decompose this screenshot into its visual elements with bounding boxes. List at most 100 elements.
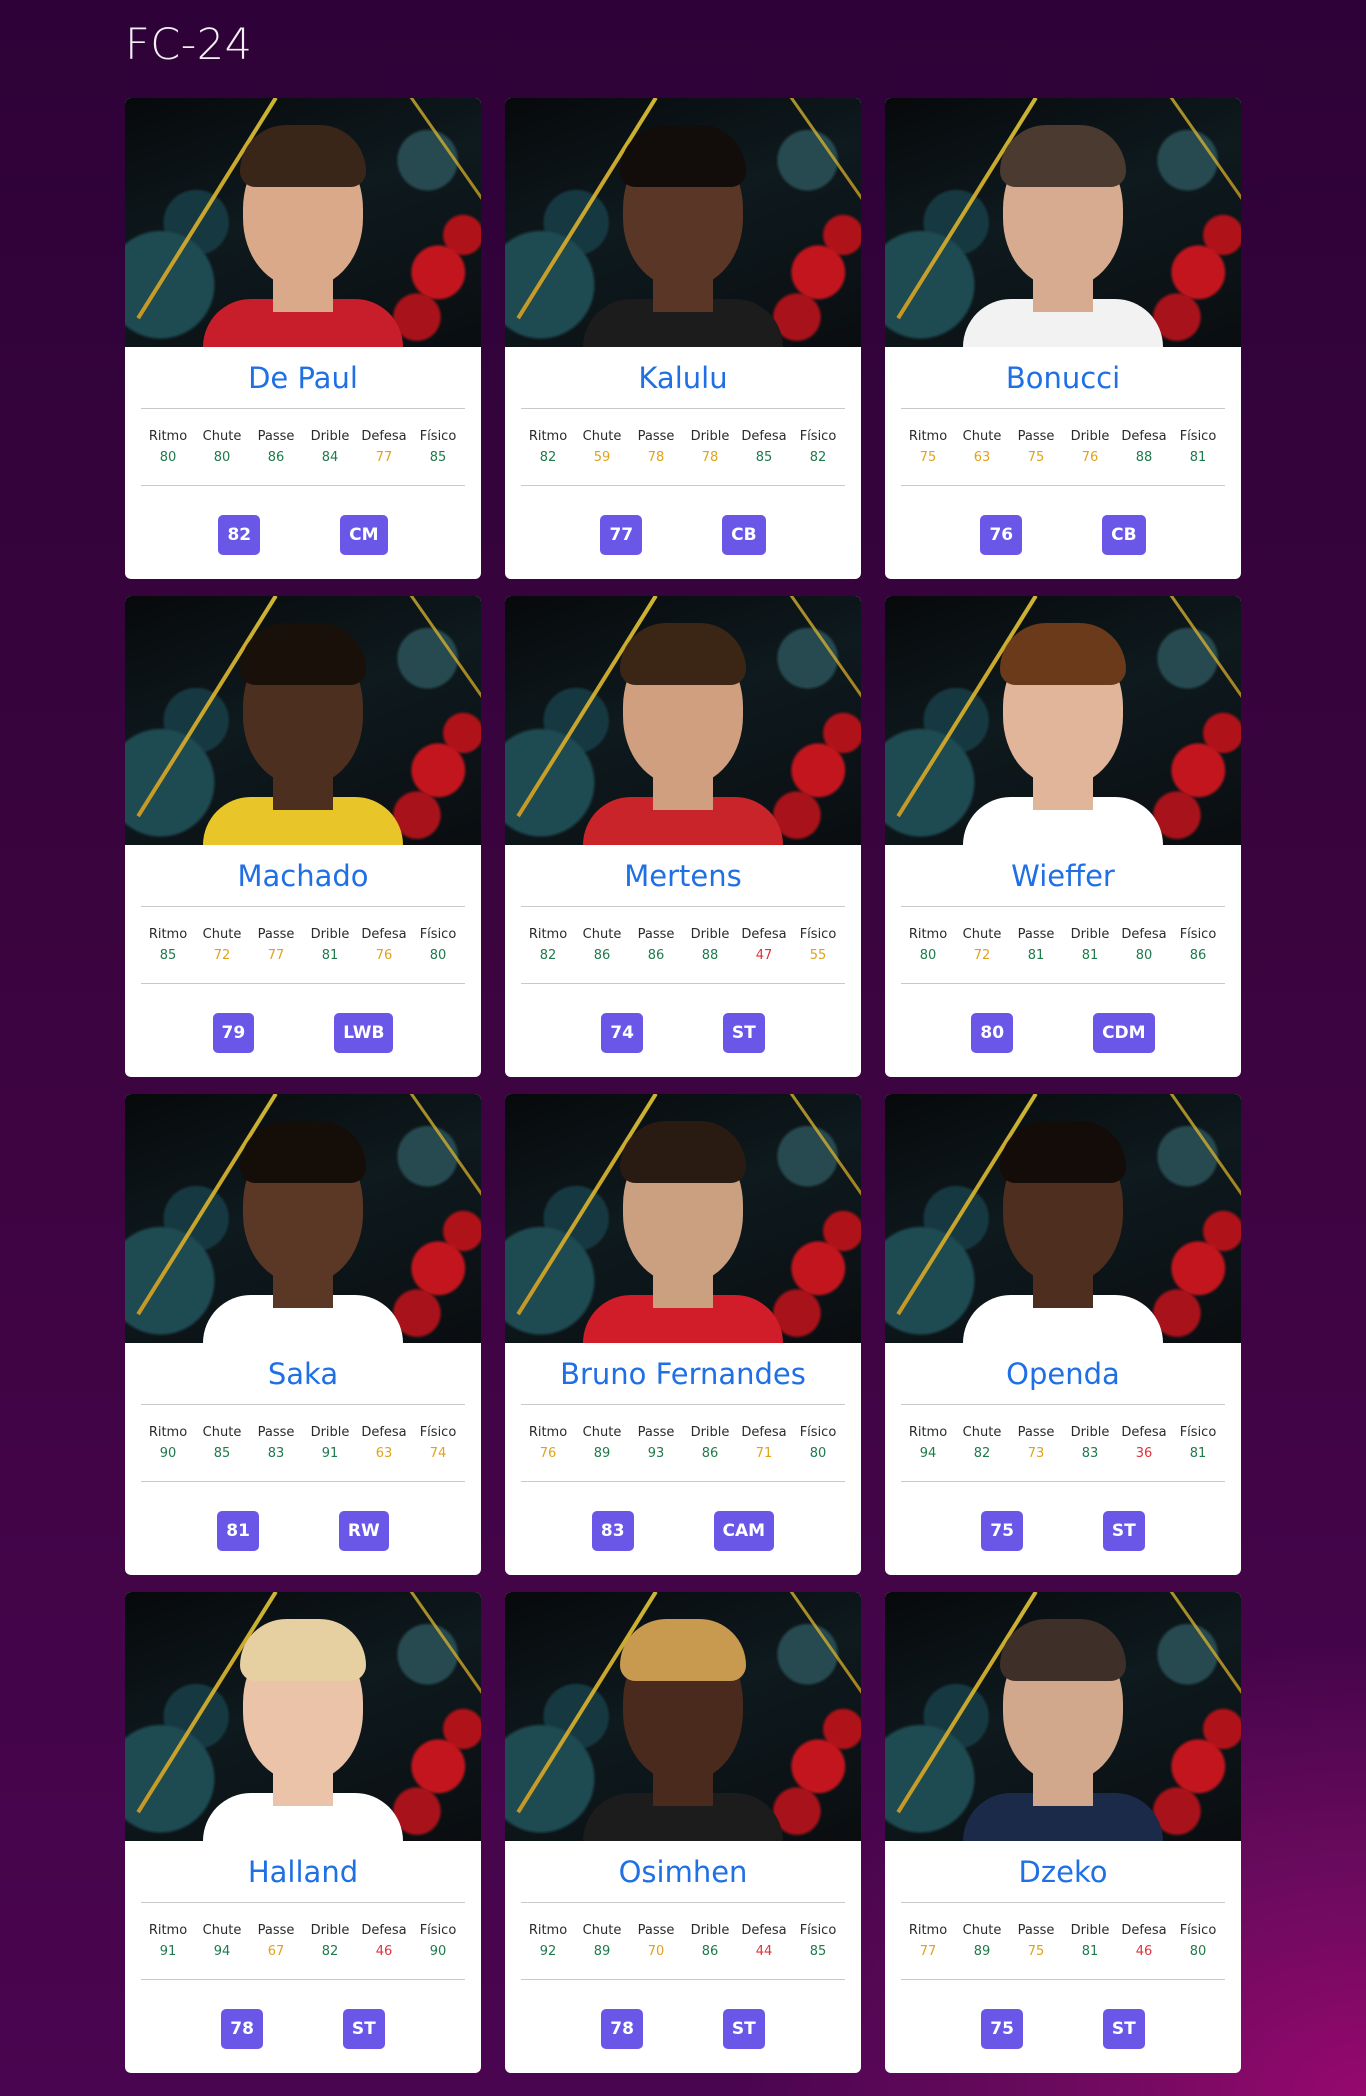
player-card[interactable]: Dzeko Ritmo 77 Chute 89 Passe 75 Drible 81 Defesa…: [885, 1592, 1241, 2073]
player-stats: Ritmo 76 Chute 89 Passe 93 Drible 86 Defesa 71 Fís…: [521, 1405, 845, 1482]
stat-2: Passe 86: [249, 427, 303, 469]
player-photo: [125, 1592, 481, 1841]
stat-value: 77: [919, 1944, 937, 1959]
stat-label: Drible: [1070, 927, 1110, 942]
player-stats: Ritmo 80 Chute 80 Passe 86 Drible 84 Defesa 77 Fís…: [141, 409, 465, 486]
stat-4: Defesa 71: [737, 1423, 791, 1465]
stat-label: Chute: [962, 429, 1002, 444]
stat-2: Passe 75: [1009, 1921, 1063, 1963]
stat-label: Drible: [690, 429, 730, 444]
stat-5: Físico 81: [1171, 1423, 1225, 1465]
player-card[interactable]: Osimhen Ritmo 92 Chute 89 Passe 70 Drible 86 Defe…: [505, 1592, 861, 2073]
player-portrait: [583, 107, 783, 347]
stat-value: 82: [973, 1446, 991, 1461]
stat-value: 76: [539, 1446, 557, 1461]
player-portrait: [203, 605, 403, 845]
stat-value: 94: [919, 1446, 937, 1461]
stat-value: 78: [647, 450, 665, 465]
stat-1: Chute 89: [955, 1921, 1009, 1963]
stat-value: 80: [919, 948, 937, 963]
position-badge: CAM: [713, 1511, 775, 1551]
stat-label: Chute: [202, 429, 242, 444]
stat-4: Defesa 36: [1117, 1423, 1171, 1465]
stat-value: 81: [321, 948, 339, 963]
player-card[interactable]: De Paul Ritmo 80 Chute 80 Passe 86 Drible 84 Defe…: [125, 98, 481, 579]
stat-value: 82: [809, 450, 827, 465]
player-card[interactable]: Mertens Ritmo 82 Chute 86 Passe 86 Drible 88 Defe…: [505, 596, 861, 1077]
stat-value: 46: [1135, 1944, 1153, 1959]
stat-label: Físico: [419, 1923, 457, 1938]
stat-label: Defesa: [361, 927, 407, 942]
stat-5: Físico 80: [411, 925, 465, 967]
stat-2: Passe 73: [1009, 1423, 1063, 1465]
player-hair: [240, 1619, 366, 1681]
player-stats: Ritmo 90 Chute 85 Passe 83 Drible 91 Defesa 63 Fís…: [141, 1405, 465, 1482]
player-name: Bonucci: [901, 347, 1225, 409]
overall-rating-badge: 75: [981, 2009, 1023, 2049]
stat-1: Chute 85: [195, 1423, 249, 1465]
player-hair: [240, 623, 366, 685]
player-hair: [620, 125, 746, 187]
stat-value: 85: [429, 450, 447, 465]
player-name: Saka: [141, 1343, 465, 1405]
stat-3: Drible 88: [683, 925, 737, 967]
stat-0: Ritmo 85: [141, 925, 195, 967]
stat-0: Ritmo 82: [521, 427, 575, 469]
stat-4: Defesa 85: [737, 427, 791, 469]
stat-value: 80: [809, 1446, 827, 1461]
stat-value: 85: [159, 948, 177, 963]
overall-rating-badge: 78: [221, 2009, 263, 2049]
stat-value: 46: [375, 1944, 393, 1959]
player-name: Dzeko: [901, 1841, 1225, 1903]
stat-label: Físico: [419, 429, 457, 444]
stat-value: 47: [755, 948, 773, 963]
position-badge: ST: [1102, 1511, 1145, 1551]
player-photo: [125, 596, 481, 845]
player-card[interactable]: Bruno Fernandes Ritmo 76 Chute 89 Passe 93 Drib…: [505, 1094, 861, 1575]
player-card[interactable]: Wieffer Ritmo 80 Chute 72 Passe 81 Drible 81 Defe…: [885, 596, 1241, 1077]
stat-0: Ritmo 80: [901, 925, 955, 967]
stat-1: Chute 94: [195, 1921, 249, 1963]
stat-label: Ritmo: [528, 429, 568, 444]
stat-5: Físico 82: [791, 427, 845, 469]
player-card[interactable]: Machado Ritmo 85 Chute 72 Passe 77 Drible 81 Defe…: [125, 596, 481, 1077]
player-name: Wieffer: [901, 845, 1225, 907]
overall-rating-badge: 76: [980, 515, 1023, 555]
stat-value: 82: [539, 948, 557, 963]
player-stats: Ritmo 82 Chute 59 Passe 78 Drible 78 Defesa 85 Fís…: [521, 409, 845, 486]
stat-label: Ritmo: [528, 927, 568, 942]
stat-label: Passe: [1017, 429, 1055, 444]
stat-label: Passe: [257, 927, 295, 942]
stat-label: Drible: [310, 1425, 350, 1440]
stat-label: Defesa: [361, 1425, 407, 1440]
stat-value: 80: [159, 450, 177, 465]
stat-value: 86: [701, 1944, 719, 1959]
stat-1: Chute 86: [575, 925, 629, 967]
stat-value: 81: [1189, 1446, 1207, 1461]
stat-label: Passe: [257, 429, 295, 444]
player-card[interactable]: Openda Ritmo 94 Chute 82 Passe 73 Drible 83 Defes…: [885, 1094, 1241, 1575]
stat-value: 84: [321, 450, 339, 465]
stat-label: Defesa: [741, 429, 787, 444]
stat-4: Defesa 80: [1117, 925, 1171, 967]
stat-2: Passe 67: [249, 1921, 303, 1963]
player-card-grid: De Paul Ritmo 80 Chute 80 Passe 86 Drible 84 Defe…: [125, 98, 1242, 2073]
stat-0: Ritmo 90: [141, 1423, 195, 1465]
player-photo: [505, 1094, 861, 1343]
stat-0: Ritmo 76: [521, 1423, 575, 1465]
player-card[interactable]: Halland Ritmo 91 Chute 94 Passe 67 Drible 82 Defe…: [125, 1592, 481, 2073]
position-badge: ST: [1102, 2009, 1145, 2049]
stat-3: Drible 86: [683, 1921, 737, 1963]
stat-value: 89: [593, 1446, 611, 1461]
position-badge: CM: [340, 515, 388, 555]
stat-label: Chute: [582, 429, 622, 444]
player-card[interactable]: Bonucci Ritmo 75 Chute 63 Passe 75 Drible 76 Defe…: [885, 98, 1241, 579]
stat-value: 75: [1027, 1944, 1045, 1959]
stat-2: Passe 78: [629, 427, 683, 469]
stat-1: Chute 63: [955, 427, 1009, 469]
player-portrait: [583, 605, 783, 845]
player-card[interactable]: Saka Ritmo 90 Chute 85 Passe 83 Drible 91 Defesa 6…: [125, 1094, 481, 1575]
stat-label: Físico: [1179, 927, 1217, 942]
stat-label: Ritmo: [528, 1425, 568, 1440]
player-card[interactable]: Kalulu Ritmo 82 Chute 59 Passe 78 Drible 78 Defes…: [505, 98, 861, 579]
